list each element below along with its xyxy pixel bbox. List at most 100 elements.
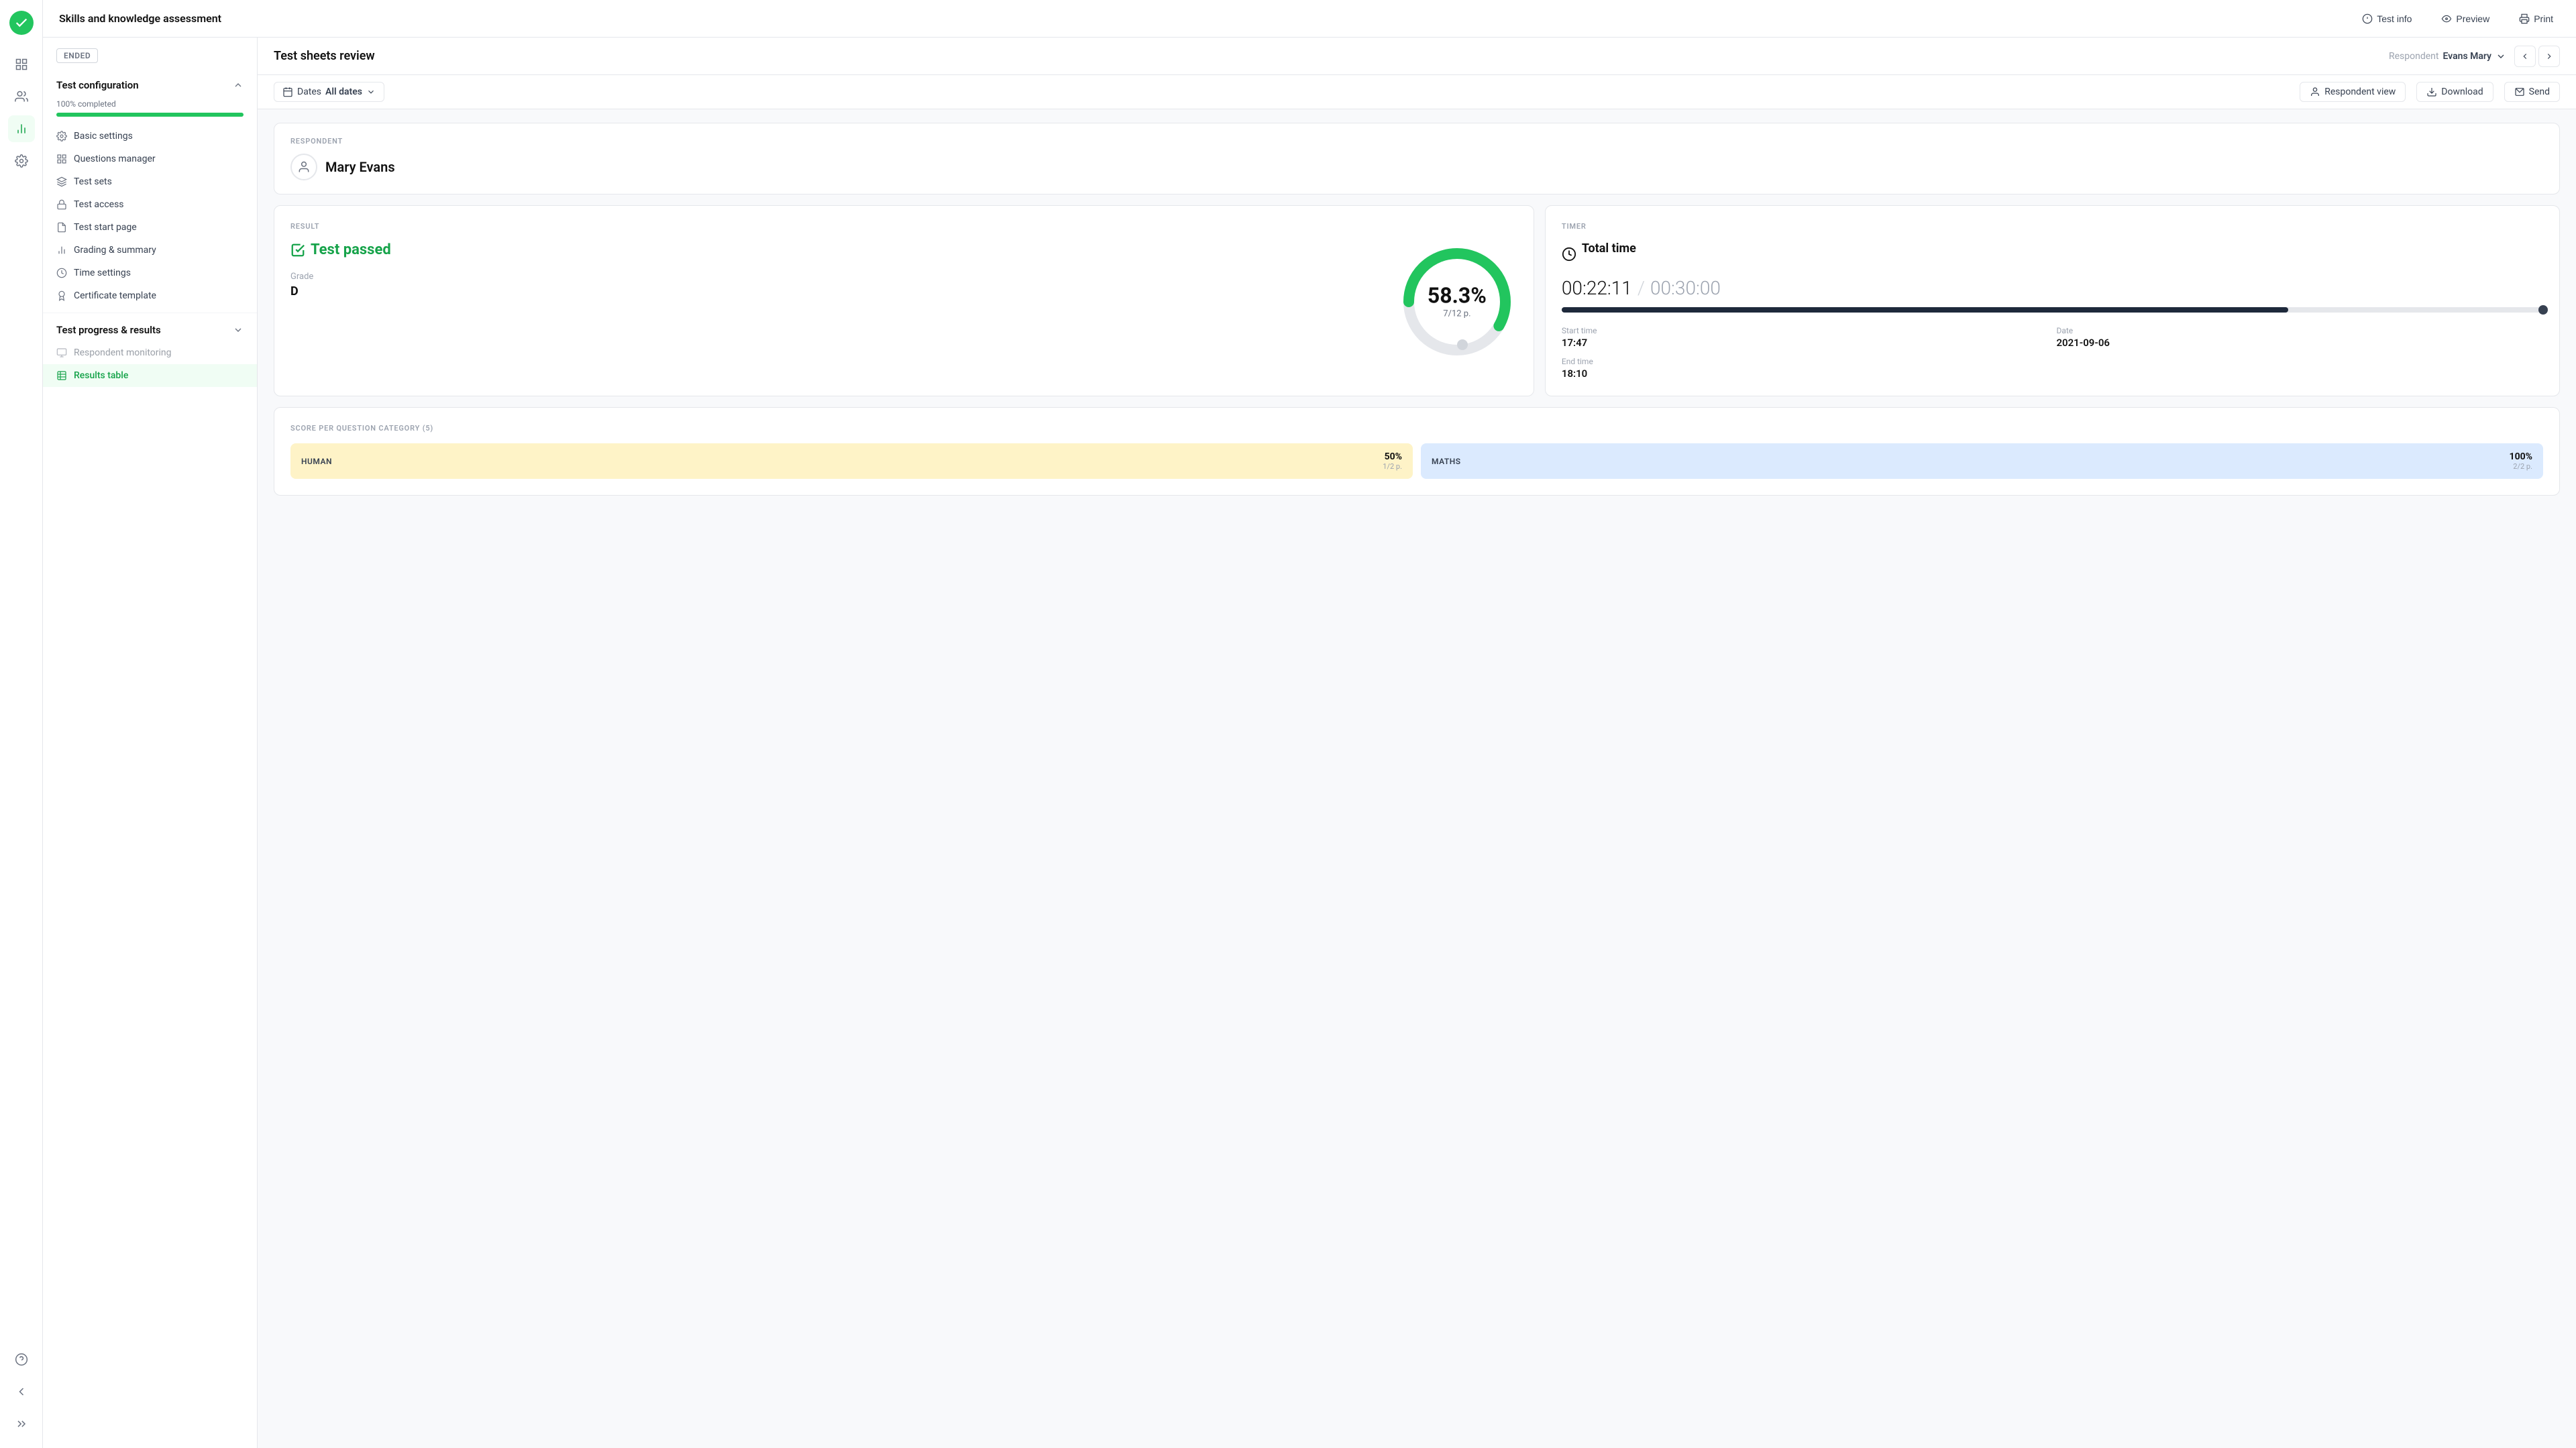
page-title: Skills and knowledge assessment xyxy=(59,12,221,25)
send-button[interactable]: Send xyxy=(2504,82,2560,102)
send-icon xyxy=(2514,87,2525,97)
nav-label-basic-settings: Basic settings xyxy=(74,131,133,142)
end-time-item: End time 18:10 xyxy=(1562,357,2049,380)
panel-title: Test sheets review xyxy=(274,49,375,63)
date-selector[interactable]: Dates All dates xyxy=(274,82,384,102)
nav-label-test-start-page: Test start page xyxy=(74,222,137,233)
progress-section-header[interactable]: Test progress & results xyxy=(43,319,257,341)
timer-card: TIMER Total time 00:22:11 / 00:30:00 xyxy=(1545,205,2560,396)
respondent-selector-label: Respondent xyxy=(2389,51,2438,62)
category-pts-human: 1/2 p. xyxy=(1383,462,1402,471)
max-time: 00:30:00 xyxy=(1650,277,1721,299)
sidebar-icon-back[interactable] xyxy=(8,1378,35,1405)
next-respondent-button[interactable] xyxy=(2538,46,2560,67)
category-pct-human: 50% xyxy=(1383,451,1402,462)
timer-clock-icon xyxy=(1562,247,1576,262)
settings-icon xyxy=(56,131,67,142)
respondent-view-button[interactable]: Respondent view xyxy=(2300,82,2406,102)
nav-label-grading-summary: Grading & summary xyxy=(74,245,156,256)
table-icon xyxy=(56,370,67,381)
sidebar-icon-analytics[interactable] xyxy=(8,115,35,142)
check-square-icon xyxy=(290,243,305,258)
sidebar-icon-dashboard[interactable] xyxy=(8,51,35,78)
nav-item-respondent-monitoring[interactable]: Respondent monitoring xyxy=(43,341,257,364)
user-icon xyxy=(2310,87,2320,97)
test-info-button[interactable]: Test info xyxy=(2355,9,2418,28)
toolbar: Dates All dates Respondent view Download xyxy=(258,75,2576,109)
time-progress-bar xyxy=(1562,307,2543,313)
avatar-user-icon xyxy=(297,160,311,174)
category-score-maths: 100% 2/2 p. xyxy=(2510,451,2532,471)
send-label: Send xyxy=(2529,87,2550,97)
main-wrapper: Skills and knowledge assessment Test inf… xyxy=(43,0,2576,1448)
elapsed-time: 00:22:11 xyxy=(1562,277,1632,299)
icon-sidebar xyxy=(0,0,43,1448)
content-area: ENDED Test configuration 100% completed … xyxy=(43,38,2576,1448)
monitor-icon xyxy=(56,347,67,358)
progress-section-title: Test progress & results xyxy=(56,324,161,336)
respondent-selector-name: Evans Mary xyxy=(2443,51,2491,62)
time-meta: Start time 17:47 Date 2021-09-06 End tim… xyxy=(1562,326,2543,380)
category-pts-maths: 2/2 p. xyxy=(2510,462,2532,471)
panel-header-right: Respondent Evans Mary xyxy=(2389,46,2560,67)
nav-item-questions-manager[interactable]: Questions manager xyxy=(43,148,257,170)
score-count: (5) xyxy=(423,424,433,433)
prev-respondent-button[interactable] xyxy=(2514,46,2536,67)
result-section-label: RESULT xyxy=(290,222,1517,231)
time-separator: / xyxy=(1638,277,1645,299)
nav-arrows xyxy=(2514,46,2560,67)
end-time-label: End time xyxy=(1562,357,2049,366)
status-badge: ENDED xyxy=(56,48,98,63)
calendar-icon xyxy=(282,87,293,97)
time-display: 00:22:11 / 00:30:00 xyxy=(1562,277,2543,299)
nav-item-time-settings[interactable]: Time settings xyxy=(43,262,257,284)
configuration-section-header[interactable]: Test configuration xyxy=(43,74,257,97)
sidebar-icon-users[interactable] xyxy=(8,83,35,110)
dates-label: Dates xyxy=(297,87,321,97)
nav-item-basic-settings[interactable]: Basic settings xyxy=(43,125,257,148)
donut-points: 7/12 p. xyxy=(1428,309,1487,319)
sidebar-icon-expand[interactable] xyxy=(8,1410,35,1437)
sidebar-icon-help[interactable] xyxy=(8,1346,35,1373)
grade-label: Grade xyxy=(290,272,391,282)
preview-label: Preview xyxy=(2456,13,2489,24)
preview-button[interactable]: Preview xyxy=(2434,9,2496,28)
donut-chart: 58.3% 7/12 p. xyxy=(1397,241,1517,362)
nav-item-certificate-template[interactable]: Certificate template xyxy=(43,284,257,307)
topbar-actions: Test info Preview Print xyxy=(2355,9,2560,28)
respondent-view-label: Respondent view xyxy=(2324,87,2396,97)
progress-row: 100% completed xyxy=(43,97,257,125)
app-logo xyxy=(9,11,34,35)
nav-item-grading-summary[interactable]: Grading & summary xyxy=(43,239,257,262)
right-panel: Test sheets review Respondent Evans Mary xyxy=(258,38,2576,1448)
category-score-human: 50% 1/2 p. xyxy=(1383,451,1402,471)
timer-icon-row: Total time xyxy=(1562,241,2543,266)
respondent-section-label: RESPONDENT xyxy=(290,137,2543,146)
bar-chart-icon xyxy=(56,245,67,256)
sidebar-icon-settings[interactable] xyxy=(8,148,35,174)
grade-block: Grade D xyxy=(290,272,391,298)
print-button[interactable]: Print xyxy=(2512,9,2560,28)
donut-center: 58.3% 7/12 p. xyxy=(1428,285,1487,319)
result-card: RESULT Test passed Grade D xyxy=(274,205,1534,396)
nav-item-test-start-page[interactable]: Test start page xyxy=(43,216,257,239)
download-button[interactable]: Download xyxy=(2416,82,2493,102)
award-icon xyxy=(56,290,67,301)
lock-icon xyxy=(56,199,67,210)
score-section-label: SCORE PER QUESTION CATEGORY (5) xyxy=(290,424,2543,433)
nav-label-test-access: Test access xyxy=(74,199,124,210)
nav-item-results-table[interactable]: Results table xyxy=(43,364,257,387)
nav-item-test-access[interactable]: Test access xyxy=(43,193,257,216)
start-time-item: Start time 17:47 xyxy=(1562,326,2049,349)
nav-label-test-sets: Test sets xyxy=(74,176,112,187)
configuration-title: Test configuration xyxy=(56,79,139,91)
layers-icon xyxy=(56,176,67,187)
end-time-value: 18:10 xyxy=(1562,368,2049,380)
file-icon xyxy=(56,222,67,233)
panel-header: Test sheets review Respondent Evans Mary xyxy=(258,38,2576,75)
nav-label-respondent-monitoring: Respondent monitoring xyxy=(74,347,172,358)
nav-item-test-sets[interactable]: Test sets xyxy=(43,170,257,193)
respondent-info: Mary Evans xyxy=(290,154,2543,180)
download-label: Download xyxy=(2441,87,2483,97)
date-label: Date xyxy=(2056,326,2543,335)
